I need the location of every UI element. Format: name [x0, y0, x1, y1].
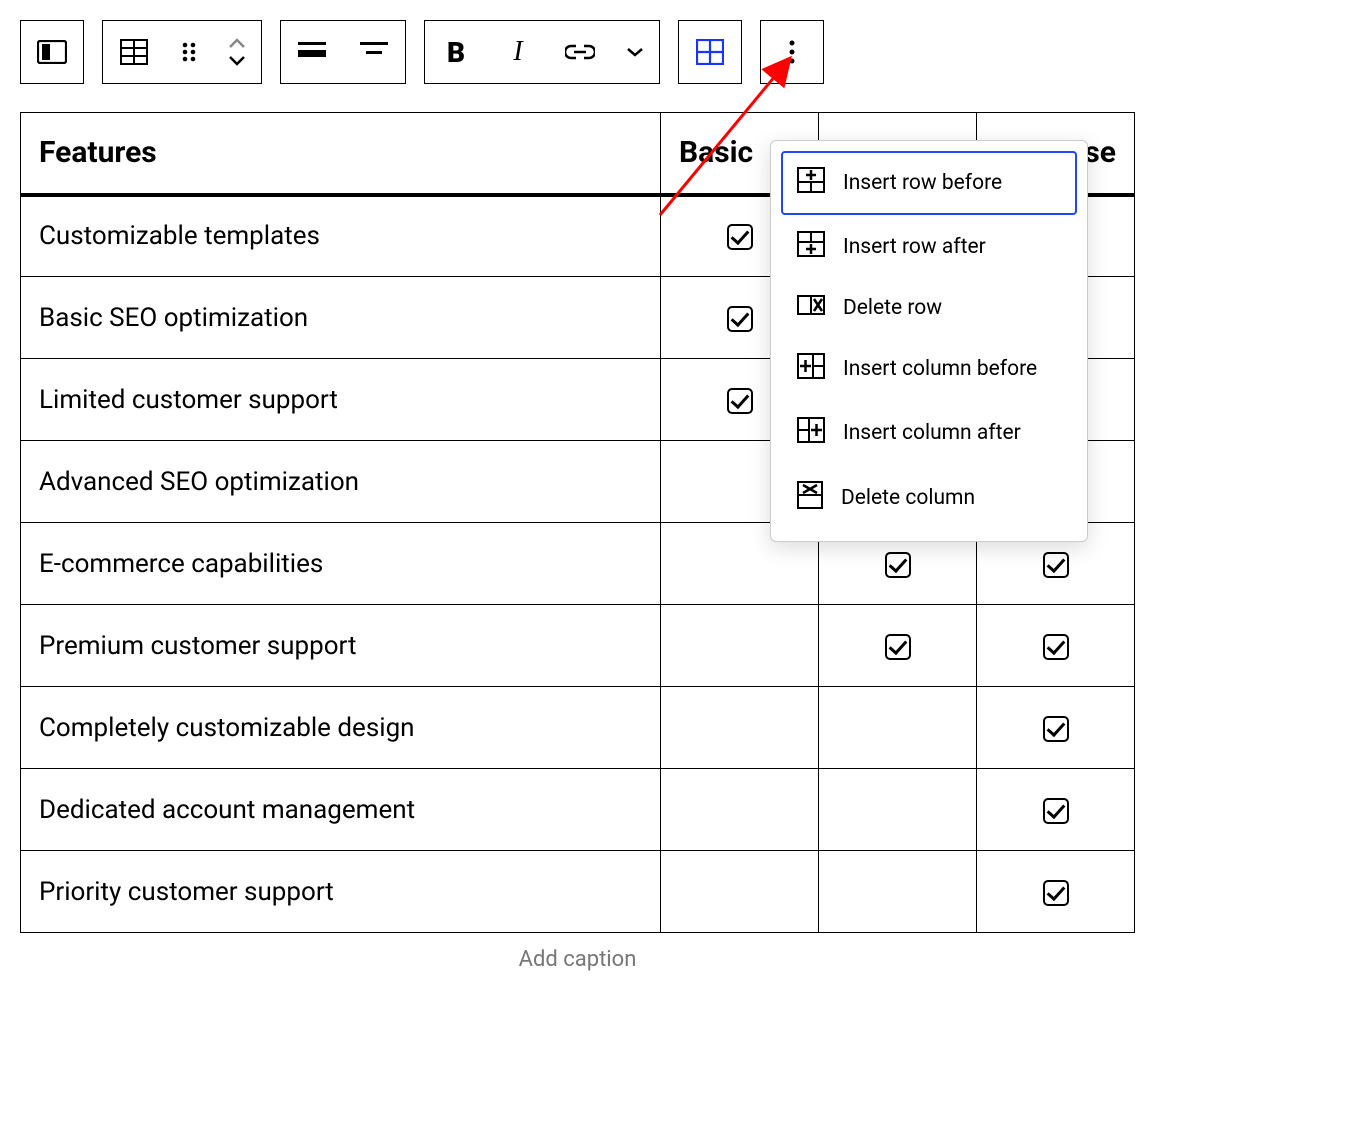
dropdown-item-insert-row-before[interactable]: Insert row before	[781, 151, 1077, 215]
header-features[interactable]: Features	[21, 113, 661, 195]
dropdown-item-delete-col[interactable]: Delete column	[781, 465, 1077, 531]
align-full-button[interactable]	[281, 21, 343, 83]
table-row[interactable]: Dedicated account management	[21, 769, 1135, 851]
check-icon	[885, 634, 911, 660]
feature-cell[interactable]: Limited customer support	[21, 359, 661, 441]
check-icon	[1043, 634, 1069, 660]
delete-col-icon	[797, 481, 823, 515]
dropdown-item-label: Insert column before	[843, 357, 1037, 381]
dropdown-item-delete-row[interactable]: Delete row	[781, 279, 1077, 337]
plan-cell[interactable]	[661, 605, 819, 687]
plan-cell[interactable]	[661, 851, 819, 933]
more-vertical-icon	[788, 39, 796, 65]
feature-cell[interactable]: Priority customer support	[21, 851, 661, 933]
feature-cell[interactable]: Dedicated account management	[21, 769, 661, 851]
dropdown-item-insert-col-before[interactable]: Insert column before	[781, 337, 1077, 401]
dropdown-item-insert-col-after[interactable]: Insert column after	[781, 401, 1077, 465]
table-row[interactable]: Premium customer support	[21, 605, 1135, 687]
plan-cell[interactable]	[977, 605, 1135, 687]
plan-cell[interactable]	[819, 769, 977, 851]
check-icon	[727, 224, 753, 250]
table-row[interactable]: Completely customizable design	[21, 687, 1135, 769]
plan-cell[interactable]	[819, 687, 977, 769]
check-icon	[1043, 798, 1069, 824]
check-icon	[727, 388, 753, 414]
table-select-button[interactable]	[103, 21, 165, 83]
block-toolbar: B I	[20, 20, 1336, 84]
more-text-button[interactable]	[611, 21, 659, 83]
dropdown-item-label: Insert row before	[843, 171, 1002, 195]
chevrons-updown-icon	[226, 35, 248, 69]
plan-cell[interactable]	[977, 687, 1135, 769]
bold-icon: B	[447, 36, 465, 69]
columns-icon	[37, 40, 67, 64]
plan-cell[interactable]	[819, 851, 977, 933]
insert-col-after-icon	[797, 417, 825, 449]
table-edit-dropdown: Insert row before Insert row after Delete …	[770, 140, 1088, 542]
table-icon	[120, 39, 148, 65]
dropdown-item-insert-row-after[interactable]: Insert row after	[781, 215, 1077, 279]
caption-placeholder[interactable]: Add caption	[20, 933, 1135, 986]
feature-cell[interactable]: E-commerce capabilities	[21, 523, 661, 605]
plan-cell[interactable]	[819, 605, 977, 687]
drag-handle-button[interactable]	[165, 21, 213, 83]
check-icon	[1043, 880, 1069, 906]
toolbar-group-align	[280, 20, 406, 84]
link-icon	[565, 43, 595, 61]
move-updown-button[interactable]	[213, 21, 261, 83]
bold-button[interactable]: B	[425, 21, 487, 83]
options-button[interactable]	[761, 21, 823, 83]
check-icon	[727, 306, 753, 332]
feature-cell[interactable]: Basic SEO optimization	[21, 277, 661, 359]
check-icon	[1043, 716, 1069, 742]
check-icon	[1043, 552, 1069, 578]
align-center-icon	[360, 42, 388, 62]
edit-table-button[interactable]	[679, 21, 741, 83]
link-button[interactable]	[549, 21, 611, 83]
feature-cell[interactable]: Premium customer support	[21, 605, 661, 687]
toolbar-group-edit-table	[678, 20, 742, 84]
italic-icon: I	[513, 36, 522, 68]
chevron-down-icon	[625, 46, 645, 58]
toolbar-group-block	[20, 20, 84, 84]
dropdown-item-label: Delete column	[841, 486, 975, 510]
toolbar-group-options	[760, 20, 824, 84]
dropdown-item-label: Insert row after	[843, 235, 986, 259]
plan-cell[interactable]	[977, 851, 1135, 933]
dropdown-item-label: Insert column after	[843, 421, 1021, 445]
feature-cell[interactable]: Customizable templates	[21, 195, 661, 277]
toolbar-group-text: B I	[424, 20, 660, 84]
plan-cell[interactable]	[977, 769, 1135, 851]
feature-cell[interactable]: Advanced SEO optimization	[21, 441, 661, 523]
italic-button[interactable]: I	[487, 21, 549, 83]
block-type-button[interactable]	[21, 21, 83, 83]
insert-row-before-icon	[797, 167, 825, 199]
insert-col-before-icon	[797, 353, 825, 385]
check-icon	[885, 552, 911, 578]
table-grid-icon	[696, 39, 724, 65]
delete-row-icon	[797, 295, 825, 321]
plan-cell[interactable]	[661, 687, 819, 769]
align-center-button[interactable]	[343, 21, 405, 83]
insert-row-after-icon	[797, 231, 825, 263]
drag-handle-icon	[181, 41, 197, 63]
dropdown-item-label: Delete row	[843, 296, 942, 320]
feature-cell[interactable]: Completely customizable design	[21, 687, 661, 769]
toolbar-group-table	[102, 20, 262, 84]
plan-cell[interactable]	[661, 769, 819, 851]
align-full-icon	[298, 42, 326, 62]
table-row[interactable]: Priority customer support	[21, 851, 1135, 933]
